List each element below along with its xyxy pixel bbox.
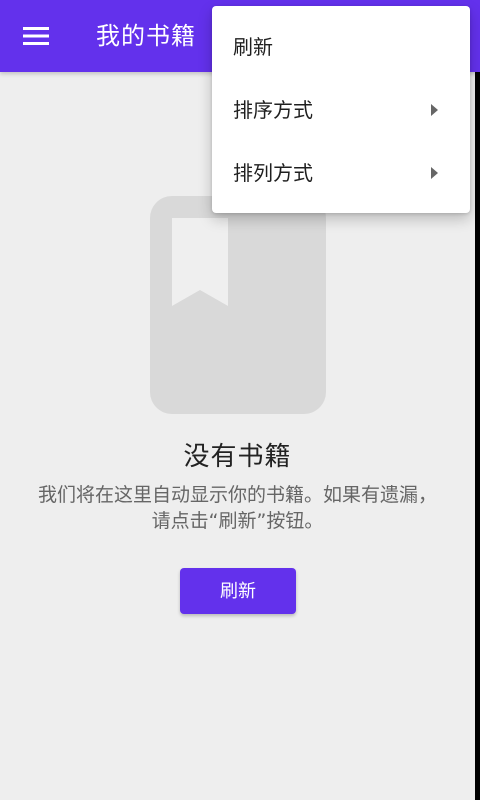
menu-item-sort-by-label: 排序方式	[233, 98, 313, 122]
menu-item-layout-label: 排列方式	[233, 161, 313, 185]
chevron-right-icon	[431, 167, 438, 179]
empty-state-title: 没有书籍	[183, 442, 292, 472]
chevron-right-icon	[431, 104, 438, 116]
empty-state-description: 我们将在这里自动显示你的书籍。如果有遗漏，请点击“刷新”按钮。	[37, 484, 437, 532]
app-screen: 我的书籍 没有书籍 我们将在这里自动显示你的书籍。如果有遗漏，请点击“刷新”按钮…	[0, 0, 480, 800]
page-title: 我的书籍	[96, 22, 196, 50]
refresh-button[interactable]: 刷新	[180, 568, 296, 614]
navigation-menu-button[interactable]	[16, 16, 56, 56]
menu-item-layout[interactable]: 排列方式	[212, 142, 470, 205]
menu-item-refresh[interactable]: 刷新	[212, 16, 470, 79]
menu-item-refresh-label: 刷新	[233, 35, 273, 59]
screen-right-edge	[475, 72, 480, 800]
menu-item-sort-by[interactable]: 排序方式	[212, 79, 470, 142]
overflow-popup-menu: 刷新 排序方式 排列方式	[212, 6, 470, 213]
hamburger-icon	[23, 27, 49, 45]
bookmark-book-icon	[150, 196, 326, 414]
